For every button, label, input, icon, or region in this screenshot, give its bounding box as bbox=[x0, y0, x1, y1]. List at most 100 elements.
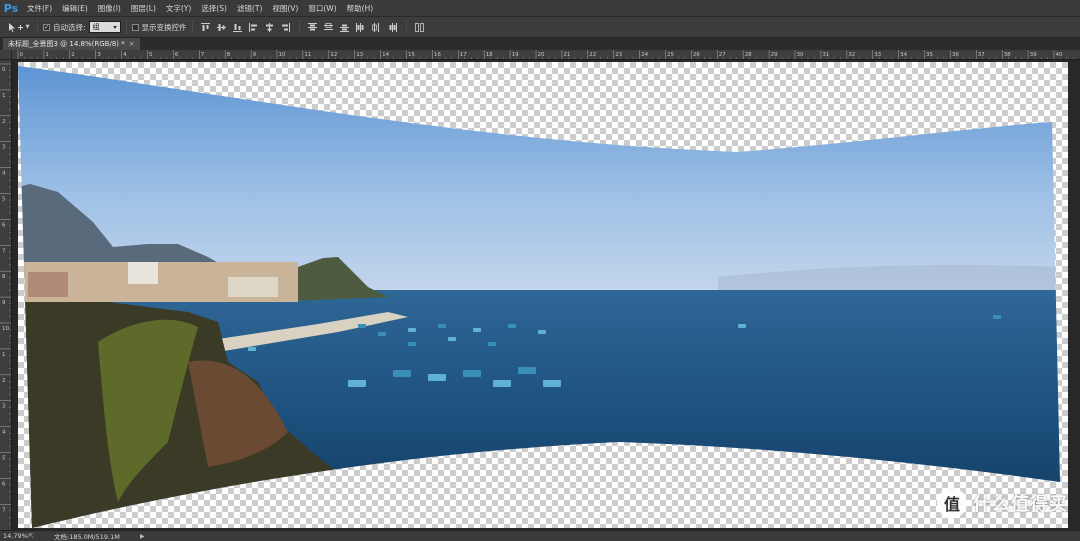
ruler-label: 5 bbox=[2, 197, 6, 203]
ruler-label: 8 bbox=[227, 52, 231, 58]
distribute-vcenter-button[interactable] bbox=[322, 21, 335, 34]
ruler-label: 23 bbox=[615, 52, 622, 58]
menu-bar: Ps 文件(F) 编辑(E) 图像(I) 图层(L) 文字(Y) 选择(S) 滤… bbox=[0, 0, 1080, 17]
align-top-button[interactable] bbox=[199, 21, 212, 34]
align-right-icon bbox=[282, 22, 291, 32]
distribute-left-icon bbox=[356, 22, 364, 32]
ruler-label: 16 bbox=[434, 52, 441, 58]
ruler-label: 38 bbox=[1004, 52, 1011, 58]
building bbox=[28, 272, 68, 297]
ruler-label: 1 bbox=[2, 352, 6, 358]
distribute-top-icon bbox=[308, 22, 318, 30]
ruler-label: 13 bbox=[356, 52, 363, 58]
distribute-right-icon bbox=[389, 22, 398, 32]
document-canvas[interactable]: 值 什么值得买 bbox=[12, 60, 1080, 530]
boat bbox=[248, 347, 256, 351]
building bbox=[128, 262, 158, 284]
ruler-label: 1 bbox=[45, 52, 49, 58]
divider bbox=[125, 20, 127, 34]
align-right-button[interactable] bbox=[279, 21, 292, 34]
distribute-bottom-button[interactable] bbox=[338, 21, 351, 34]
ruler-label: 40 bbox=[1056, 52, 1063, 58]
ruler-label: 0 bbox=[20, 52, 24, 58]
auto-select-label: 自动选择: bbox=[53, 22, 86, 32]
distribute-right-button[interactable] bbox=[386, 21, 399, 34]
status-menu-arrow-icon[interactable]: ▶ bbox=[140, 533, 145, 540]
export-icon[interactable]: ⇱ bbox=[28, 532, 40, 540]
distribute-hcenter-icon bbox=[372, 22, 380, 32]
distribute-left-button[interactable] bbox=[354, 21, 367, 34]
distribute-vcenter-icon bbox=[324, 22, 334, 30]
status-bar: 14.79% ⇱ 文档:185.0M/519.1M ▶ bbox=[0, 530, 1080, 541]
ruler-label: 3 bbox=[97, 52, 101, 58]
zoom-level-field[interactable]: 14.79% bbox=[0, 532, 28, 540]
ruler-origin[interactable] bbox=[0, 50, 12, 60]
document-tab[interactable]: 未标题_全景图3 @ 14.8%(RGB/8) * × bbox=[3, 38, 140, 50]
align-left-button[interactable] bbox=[247, 21, 260, 34]
ruler-label: 21 bbox=[563, 52, 570, 58]
boat bbox=[508, 324, 516, 328]
ruler-label: 4 bbox=[123, 52, 127, 58]
ruler-label: 2 bbox=[2, 119, 6, 125]
auto-select-dropdown[interactable]: 组 bbox=[88, 21, 121, 33]
ruler-label: 2 bbox=[2, 378, 6, 384]
vertical-ruler-ticks: 0 1 2 3 4 5 6 7 8 9 10 1 2 3 4 5 6 7 bbox=[0, 63, 11, 524]
auto-select-checkbox[interactable]: ✓ bbox=[43, 23, 50, 31]
chevron-down-icon: ▼ bbox=[25, 24, 30, 30]
building bbox=[228, 277, 278, 297]
ruler-label: 32 bbox=[848, 52, 855, 58]
boat bbox=[448, 337, 456, 341]
boat bbox=[408, 342, 416, 346]
ruler-label: 2 bbox=[71, 52, 75, 58]
ruler-label: 5 bbox=[2, 456, 6, 462]
menu-image[interactable]: 图像(I) bbox=[93, 0, 126, 17]
tool-preset-picker[interactable]: ▼ bbox=[4, 20, 32, 35]
ruler-label: 7 bbox=[201, 52, 205, 58]
horizontal-ruler[interactable]: 0 1 2 3 4 5 6 7 8 9 10 11 12 13 14 15 16 17 18 19 20 21 22 23 24… bbox=[12, 50, 1080, 60]
boat bbox=[538, 330, 546, 334]
align-left-icon bbox=[249, 22, 258, 32]
ruler-label: 29 bbox=[771, 52, 778, 58]
photoshop-logo: Ps bbox=[3, 1, 19, 15]
close-icon[interactable]: × bbox=[129, 38, 135, 50]
menu-window[interactable]: 窗口(W) bbox=[303, 0, 341, 17]
boat bbox=[438, 324, 446, 328]
align-hcenter-button[interactable] bbox=[263, 21, 276, 34]
menu-type[interactable]: 文字(Y) bbox=[161, 0, 196, 17]
menu-file[interactable]: 文件(F) bbox=[22, 0, 57, 17]
watermark-logo: 值 bbox=[937, 488, 967, 518]
divider bbox=[37, 20, 38, 34]
boat bbox=[488, 342, 496, 346]
menu-layer[interactable]: 图层(L) bbox=[126, 0, 161, 17]
menu-filter[interactable]: 滤镜(T) bbox=[232, 0, 267, 17]
align-bottom-icon bbox=[233, 23, 243, 32]
ruler-label: 14 bbox=[382, 52, 389, 58]
distribute-hcenter-button[interactable] bbox=[370, 21, 383, 34]
ruler-label: 10 bbox=[279, 52, 286, 58]
align-bottom-button[interactable] bbox=[231, 21, 244, 34]
boat bbox=[428, 374, 446, 381]
align-vcenter-button[interactable] bbox=[215, 21, 228, 34]
ruler-label: 1 bbox=[2, 93, 6, 99]
menu-help[interactable]: 帮助(H) bbox=[342, 0, 379, 17]
distribute-top-button[interactable] bbox=[306, 21, 319, 34]
menu-select[interactable]: 选择(S) bbox=[196, 0, 232, 17]
horizontal-ruler-ticks: 0 1 2 3 4 5 6 7 8 9 10 11 12 13 14 15 16 17 18 19 20 21 22 23 24… bbox=[17, 50, 1074, 59]
boat bbox=[463, 370, 481, 377]
vertical-ruler[interactable]: 0 1 2 3 4 5 6 7 8 9 10 1 2 3 4 5 6 7 bbox=[0, 60, 12, 530]
ruler-label: 3 bbox=[2, 404, 6, 410]
show-transform-checkbox[interactable] bbox=[131, 23, 139, 31]
ruler-label: 33 bbox=[874, 52, 881, 58]
ruler-label: 27 bbox=[719, 52, 726, 58]
boat bbox=[378, 332, 386, 336]
move-tool-icon bbox=[8, 22, 23, 32]
divider bbox=[405, 20, 407, 34]
auto-align-layers-button[interactable] bbox=[413, 21, 426, 34]
menu-view[interactable]: 视图(V) bbox=[267, 0, 303, 17]
divider bbox=[191, 20, 193, 34]
ruler-label: 19 bbox=[512, 52, 519, 58]
ruler-label: 8 bbox=[2, 274, 6, 280]
auto-align-icon bbox=[415, 22, 424, 32]
menu-edit[interactable]: 编辑(E) bbox=[57, 0, 93, 17]
watermark: 值 什么值得买 bbox=[937, 488, 1068, 518]
